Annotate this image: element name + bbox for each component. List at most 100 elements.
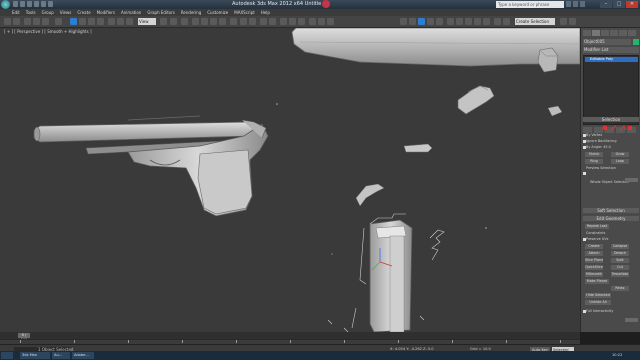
selection-filter-icon[interactable] — [55, 18, 62, 25]
grow-button[interactable]: Grow — [611, 152, 629, 157]
slice-plane-button[interactable]: Slice Plane — [585, 258, 603, 263]
object-name-field[interactable]: Object005 — [583, 39, 631, 45]
material-editor-icon[interactable] — [298, 18, 305, 25]
rotate-icon[interactable] — [117, 18, 124, 25]
layer-toolbar-icon[interactable] — [503, 18, 510, 25]
polygon-icon[interactable] — [628, 126, 632, 130]
time-slider[interactable]: 0 / 100 — [18, 333, 30, 342]
pin-part[interactable] — [403, 143, 433, 153]
named-selection-set-dropdown[interactable]: Create Selection Se — [515, 18, 555, 31]
barrel-part[interactable] — [33, 121, 257, 143]
axis-xy-icon[interactable] — [427, 18, 434, 25]
mirror-icon[interactable] — [240, 18, 247, 25]
repeat-last-button[interactable]: Repeat Last — [585, 224, 609, 229]
attach-button[interactable]: Attach — [585, 251, 603, 256]
star-icon[interactable] — [573, 1, 578, 7]
schematic-view-icon[interactable] — [289, 18, 296, 25]
spinner-snap-icon[interactable] — [219, 18, 226, 25]
window-crossing-icon[interactable] — [97, 18, 104, 25]
taskbar-item-2[interactable]: Au... — [52, 352, 70, 359]
axis-x-icon[interactable] — [400, 18, 407, 25]
loop-button[interactable]: Loop — [611, 159, 629, 164]
binoculars-icon[interactable] — [566, 1, 571, 7]
snap-toggle-icon[interactable] — [192, 18, 199, 25]
magazine-part[interactable] — [369, 219, 413, 332]
axis-y-icon[interactable] — [409, 18, 416, 25]
relax-button[interactable]: Relax — [611, 286, 629, 291]
quickslice-button[interactable]: QuickSlice — [585, 265, 603, 270]
dope-sheet-icon[interactable] — [560, 18, 567, 25]
create-button[interactable]: Create — [585, 244, 603, 249]
select-object-icon[interactable] — [70, 18, 77, 25]
reference-coordinate-dropdown[interactable]: View — [138, 18, 156, 25]
pivot-center-icon[interactable] — [160, 18, 167, 25]
open-file-icon[interactable] — [20, 1, 25, 7]
hide-selected-button[interactable]: Hide Selected — [585, 293, 611, 298]
tessellate-button[interactable]: Tessellate — [611, 272, 629, 277]
stack-item-editable-poly[interactable]: Editable Poly — [585, 57, 638, 62]
align-icon[interactable] — [249, 18, 256, 25]
link-icon[interactable] — [24, 18, 31, 25]
redo-icon[interactable] — [41, 1, 46, 7]
msmooth-button[interactable]: MSmooth — [585, 272, 603, 277]
scale-icon[interactable] — [126, 18, 133, 25]
scene-geometry[interactable] — [0, 28, 580, 332]
named-selection-icon[interactable] — [230, 18, 237, 25]
move-icon[interactable] — [108, 18, 115, 25]
menu-tools[interactable]: Tools — [26, 10, 36, 15]
menu-rendering[interactable]: Rendering — [181, 10, 201, 15]
menu-maxscript[interactable]: MAXScript — [234, 10, 255, 15]
menu-edit[interactable]: Edit — [12, 10, 20, 15]
snapshot-icon[interactable] — [465, 18, 472, 25]
menu-graph-editors[interactable]: Graph Editors — [147, 10, 174, 15]
infocenter-icon[interactable] — [322, 0, 330, 8]
trigger-part[interactable] — [355, 183, 385, 207]
scroll-spinner[interactable] — [625, 318, 638, 322]
close-button[interactable]: ✕ — [626, 1, 638, 8]
keyboard-shortcut-icon[interactable] — [181, 18, 188, 25]
render-frame-icon[interactable] — [569, 18, 576, 25]
shrink-button[interactable]: Shrink — [585, 152, 603, 157]
manage-layers-icon[interactable] — [494, 18, 501, 25]
cut-button[interactable]: Cut — [611, 265, 629, 270]
perspective-viewport[interactable]: [ + ] [ Perspective ] [ Smooth + Highlig… — [0, 28, 580, 332]
bind-space-warp-icon[interactable] — [42, 18, 49, 25]
time-slider-bar[interactable]: 0 / 100 — [0, 332, 580, 342]
maximize-button[interactable]: □ — [613, 1, 625, 8]
select-by-name-icon[interactable] — [79, 18, 86, 25]
object-color-swatch[interactable] — [633, 39, 639, 45]
search-input[interactable]: Type a keyword or phrase — [496, 1, 564, 8]
border-icon[interactable] — [619, 125, 627, 131]
new-file-icon[interactable] — [13, 1, 18, 7]
menu-group[interactable]: Group — [42, 10, 54, 15]
menu-views[interactable]: Views — [60, 10, 72, 15]
rendered-frame-icon[interactable] — [318, 18, 325, 25]
render-setup-icon[interactable] — [309, 18, 316, 25]
vertex-icon[interactable] — [602, 125, 608, 131]
menu-customize[interactable]: Customize — [207, 10, 228, 15]
modifier-stack[interactable]: Editable Poly — [583, 55, 639, 125]
edit-geometry-rollout[interactable]: Edit Geometry — [583, 216, 639, 221]
menu-help[interactable]: Help — [261, 10, 270, 15]
app-logo-icon[interactable] — [1, 0, 10, 9]
unhide-all-button[interactable]: Unhide All — [585, 300, 611, 305]
taskbar-item-3[interactable]: Adobe... — [72, 352, 94, 359]
axis-z-icon[interactable] — [418, 18, 425, 25]
slide-part-top[interactable] — [291, 28, 580, 67]
undo-icon[interactable] — [34, 1, 39, 7]
rectangle-selection-icon[interactable] — [88, 18, 95, 25]
start-button[interactable] — [1, 352, 13, 359]
spacing-tool-icon[interactable] — [474, 18, 481, 25]
render-icon[interactable] — [327, 18, 334, 25]
save-file-icon[interactable] — [27, 1, 32, 7]
help-icon[interactable] — [580, 1, 585, 7]
curve-editor-icon[interactable] — [280, 18, 287, 25]
utilities-tab-icon[interactable] — [628, 30, 636, 36]
selection-spinner[interactable] — [625, 178, 638, 182]
taskbar-item-3dsmax[interactable]: 3ds Max — [20, 352, 50, 359]
small-cube-part[interactable] — [537, 47, 559, 73]
detach-button[interactable]: Detach — [611, 251, 629, 256]
motion-tab-icon[interactable] — [610, 30, 618, 36]
select-manipulate-icon[interactable] — [170, 18, 177, 25]
redo-icon[interactable] — [13, 18, 20, 25]
